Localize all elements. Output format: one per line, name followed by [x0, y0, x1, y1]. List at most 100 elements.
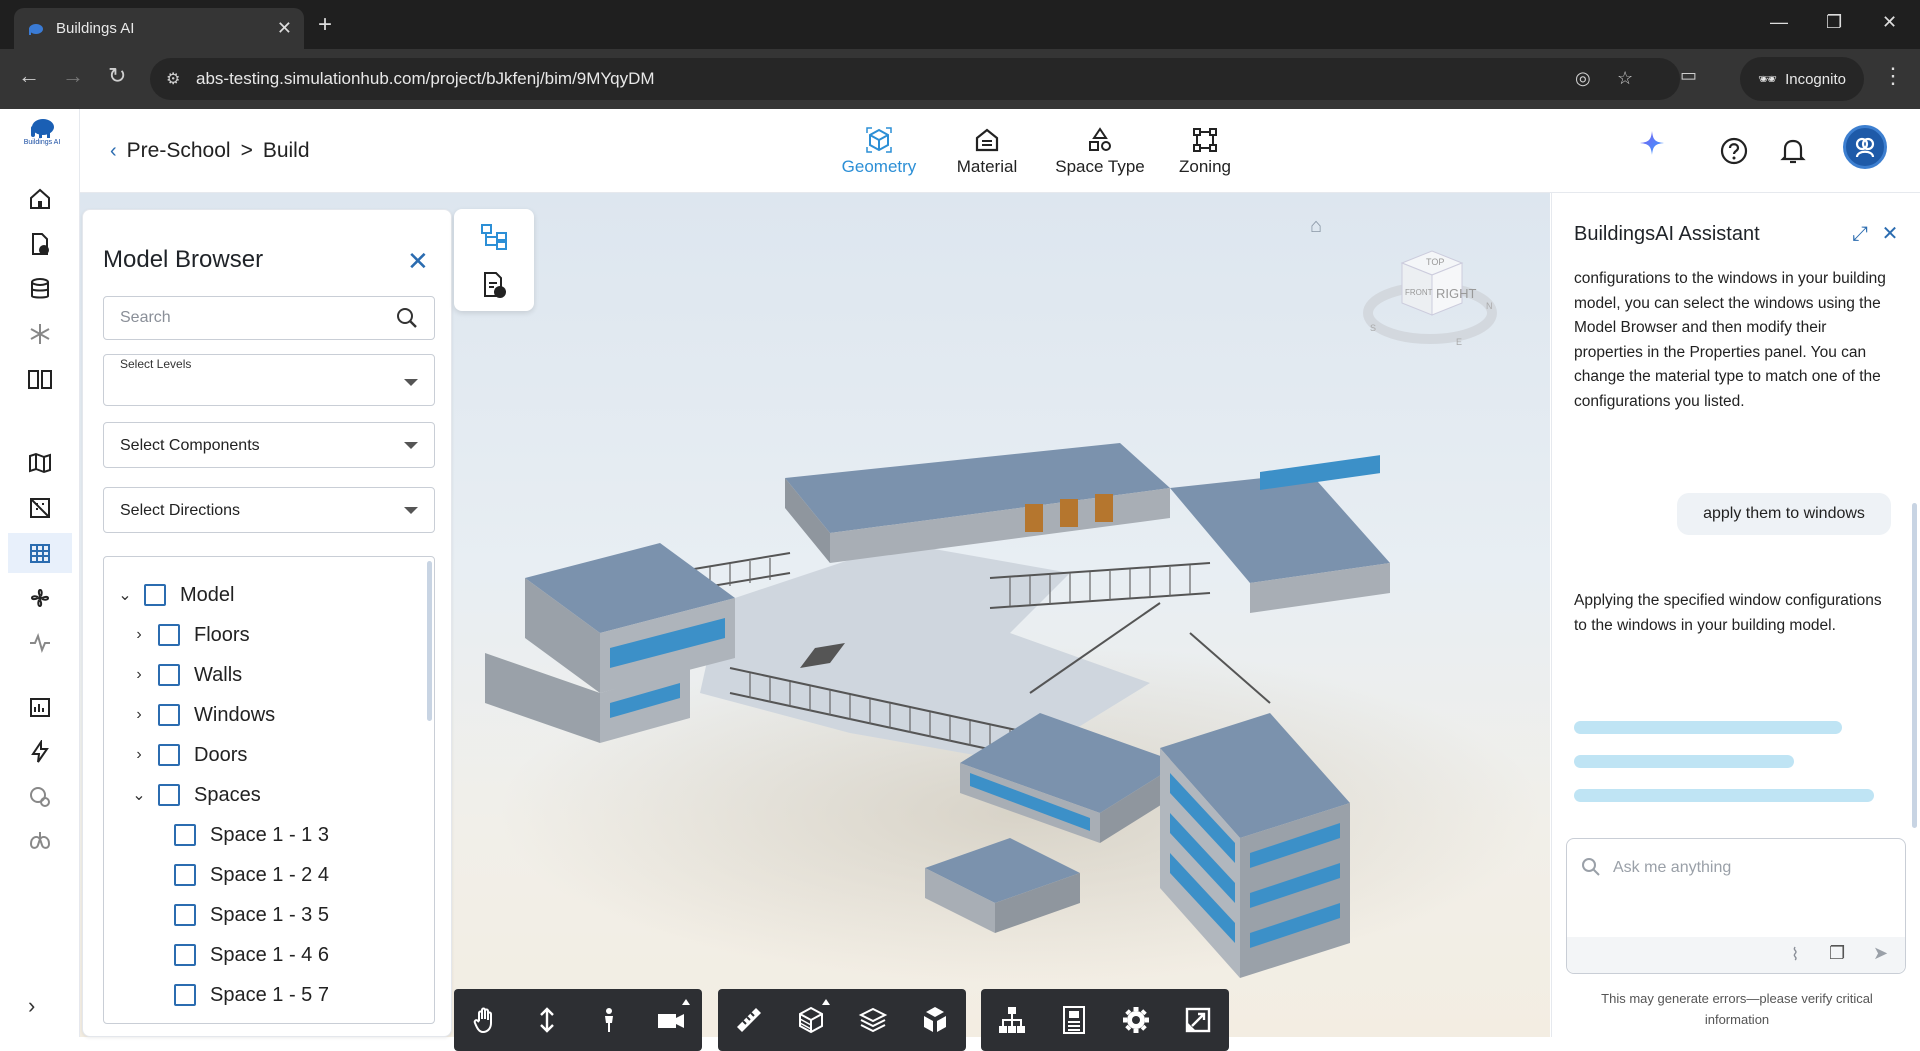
forward-arrow-icon[interactable]: → — [62, 63, 84, 89]
checkbox[interactable] — [144, 584, 166, 606]
browser-tab[interactable]: Buildings AI ✕ — [14, 8, 304, 49]
home-nav-icon[interactable] — [20, 179, 60, 219]
select-levels-dropdown[interactable]: Select Levels — [103, 354, 435, 406]
layers-icon[interactable] — [842, 989, 904, 1051]
lungs-nav-icon[interactable] — [20, 821, 60, 861]
checkbox[interactable] — [158, 704, 180, 726]
tree-node-space[interactable]: Space 1 - 1 3 — [174, 820, 329, 850]
close-tab-icon[interactable]: ✕ — [277, 18, 292, 39]
camera-icon[interactable] — [640, 989, 702, 1051]
checkbox[interactable] — [174, 904, 196, 926]
fullscreen-icon[interactable] — [1167, 989, 1229, 1051]
attach-paperclip-icon[interactable]: ⌇ — [1791, 945, 1799, 965]
help-icon[interactable] — [1720, 137, 1748, 170]
tree-node-space[interactable]: Space 1 - 5 7 — [174, 980, 329, 1010]
building-nav-icon[interactable] — [8, 533, 72, 573]
viewcube-front-label[interactable]: FRONT — [1405, 288, 1433, 297]
tree-node-spaces[interactable]: ⌄ Spaces — [130, 780, 261, 810]
building-off-nav-icon[interactable] — [20, 488, 60, 528]
comfort-nav-icon[interactable] — [20, 777, 60, 817]
incognito-badge[interactable]: 🕶 Incognito — [1740, 57, 1864, 101]
walk-person-icon[interactable] — [578, 989, 640, 1051]
building-model[interactable] — [470, 393, 1570, 1013]
sparkle-ai-icon[interactable] — [1638, 129, 1666, 162]
lightning-nav-icon[interactable] — [20, 732, 60, 772]
bell-icon[interactable] — [1780, 137, 1806, 170]
tab-material[interactable]: Material — [932, 123, 1042, 177]
eye-off-icon[interactable]: ◎ — [1575, 68, 1591, 89]
checkbox[interactable] — [174, 824, 196, 846]
checkbox[interactable] — [158, 744, 180, 766]
select-directions-dropdown[interactable]: Select Directions — [103, 487, 435, 533]
reload-icon[interactable]: ↻ — [108, 63, 126, 89]
book-nav-icon[interactable] — [20, 359, 60, 399]
tree-node-windows[interactable]: › Windows — [130, 700, 275, 730]
checkbox[interactable] — [174, 984, 196, 1006]
expand-icon[interactable]: ⤢ — [1852, 223, 1868, 245]
site-settings-icon[interactable]: ⚙ — [166, 69, 180, 89]
3d-viewport[interactable]: ⌂ TOP FRONT RIGHT N S E Model Browser ✕ … — [80, 193, 1550, 1051]
tree-node-space[interactable]: Space 1 - 2 4 — [174, 860, 329, 890]
ask-input[interactable]: Ask me anything ⌇ ❐ ➤ — [1566, 838, 1906, 974]
viewcube-top-label[interactable]: TOP — [1426, 257, 1444, 267]
chevron-down-icon[interactable]: ⌄ — [130, 785, 148, 805]
viewcube-right-label[interactable]: RIGHT — [1436, 286, 1477, 301]
section-box-icon[interactable] — [780, 989, 842, 1051]
map-nav-icon[interactable] — [20, 443, 60, 483]
browser-menu-icon[interactable]: ⋮ — [1882, 63, 1904, 89]
window-close-icon[interactable]: ✕ — [1882, 12, 1897, 33]
close-model-browser-icon[interactable]: ✕ — [407, 246, 429, 277]
assistant-scrollbar[interactable] — [1912, 503, 1917, 828]
tree-node-space[interactable]: Space 1 - 3 5 — [174, 900, 329, 930]
user-avatar[interactable] — [1843, 125, 1887, 169]
select-components-dropdown[interactable]: Select Components — [103, 422, 435, 468]
checkbox[interactable] — [174, 864, 196, 886]
search-icon[interactable] — [396, 307, 418, 329]
bookmark-star-icon[interactable]: ☆ — [1617, 68, 1633, 89]
address-bar[interactable]: ⚙ abs-testing.simulationhub.com/project/… — [150, 58, 1680, 100]
copy-icon[interactable]: ❐ — [1829, 943, 1845, 964]
tree-scrollbar[interactable] — [427, 561, 432, 721]
properties-icon[interactable] — [480, 271, 508, 299]
minimize-icon[interactable]: — — [1770, 12, 1788, 33]
checkbox[interactable] — [158, 624, 180, 646]
tree-node-doors[interactable]: › Doors — [130, 740, 247, 770]
pan-hand-icon[interactable] — [454, 989, 516, 1051]
properties-panel-icon[interactable] — [1043, 989, 1105, 1051]
fan-nav-icon[interactable] — [20, 578, 60, 618]
tab-geometry[interactable]: Geometry — [824, 123, 934, 177]
analytics-nav-icon[interactable] — [20, 687, 60, 727]
checkbox[interactable] — [158, 664, 180, 686]
new-tab-icon[interactable]: + — [318, 11, 332, 39]
close-assistant-icon[interactable]: ✕ — [1882, 223, 1899, 245]
climate-nav-icon[interactable] — [20, 314, 60, 354]
explode-model-icon[interactable] — [904, 989, 966, 1051]
home-view-icon[interactable]: ⌂ — [1310, 215, 1322, 238]
expand-nav-chevron-icon[interactable]: › — [28, 993, 35, 1019]
chevron-down-icon[interactable]: ⌄ — [116, 585, 134, 605]
chevron-right-icon[interactable]: › — [130, 746, 148, 764]
chevron-right-icon[interactable]: › — [130, 626, 148, 644]
chevron-right-icon[interactable]: › — [130, 666, 148, 684]
tab-zoning[interactable]: Zoning — [1150, 123, 1260, 177]
tab-space-type[interactable]: Space Type — [1045, 123, 1155, 177]
tree-node-model[interactable]: ⌄ Model — [116, 580, 234, 610]
back-arrow-icon[interactable]: ← — [18, 63, 40, 89]
restore-icon[interactable]: ❐ — [1826, 12, 1842, 33]
vertical-move-icon[interactable] — [516, 989, 578, 1051]
back-chevron-icon[interactable]: ‹ — [110, 140, 117, 163]
cast-icon[interactable]: ▭ — [1680, 65, 1697, 86]
tree-node-floors[interactable]: › Floors — [130, 620, 250, 650]
gear-icon[interactable] — [1105, 989, 1167, 1051]
checkbox[interactable] — [158, 784, 180, 806]
send-icon[interactable]: ➤ — [1873, 943, 1888, 964]
breadcrumb-project[interactable]: Pre-School — [127, 139, 231, 163]
hierarchy-icon[interactable] — [480, 223, 508, 251]
model-structure-icon[interactable] — [981, 989, 1043, 1051]
search-input[interactable]: Search — [103, 296, 435, 340]
view-cube[interactable]: TOP FRONT RIGHT N S E — [1360, 243, 1500, 353]
buildings-ai-logo[interactable]: Buildings AI — [22, 117, 62, 146]
tree-node-walls[interactable]: › Walls — [130, 660, 242, 690]
checkbox[interactable] — [174, 944, 196, 966]
ruler-icon[interactable] — [718, 989, 780, 1051]
